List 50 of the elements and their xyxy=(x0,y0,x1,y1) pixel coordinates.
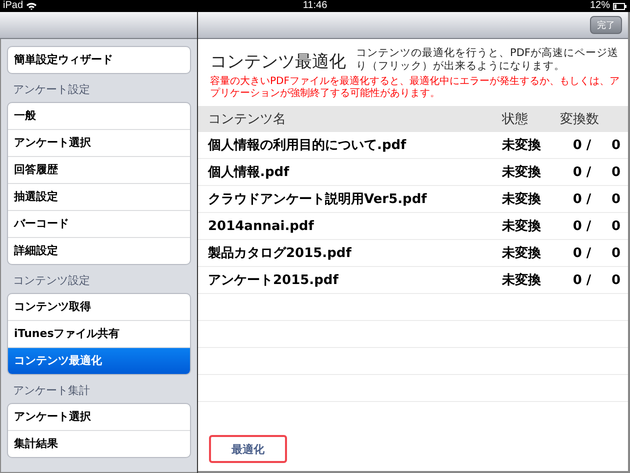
total-count: 0 xyxy=(610,192,622,206)
status-cell-text: 未変換 xyxy=(502,190,542,208)
sidebar-item[interactable]: バーコード xyxy=(8,210,190,237)
column-header: コンテンツ名 xyxy=(208,111,287,128)
column-header: 状態 xyxy=(502,111,529,128)
sidebar-item[interactable]: コンテンツ最適化 xyxy=(8,347,190,374)
converted-count: 0 / xyxy=(572,246,592,260)
file-name: アンケート2015.pdf xyxy=(208,272,340,289)
sidebar-item[interactable]: 集計結果 xyxy=(8,430,190,457)
status-cell-text: 未変換 xyxy=(502,272,542,289)
sidebar-item[interactable]: 抽選設定 xyxy=(8,183,190,210)
file-name: 個人情報.pdf xyxy=(208,164,290,181)
converted-count: 0 / xyxy=(572,192,592,206)
section-header: アンケート集計 xyxy=(12,383,91,399)
status-cell-text: 未変換 xyxy=(502,164,542,181)
optimize-button[interactable]: 最適化 xyxy=(209,435,287,463)
file-name: 製品カタログ2015.pdf xyxy=(208,245,352,262)
wifi-icon xyxy=(26,2,38,10)
file-name: クラウドアンケート説明用Ver5.pdf xyxy=(208,191,428,208)
page-title: コンテンツ最適化 xyxy=(210,51,346,73)
file-name: 2014annai.pdf xyxy=(208,218,315,234)
section-header: コンテンツ設定 xyxy=(12,273,91,289)
sidebar-item[interactable]: 回答履歴 xyxy=(8,156,190,183)
converted-count: 0 / xyxy=(572,218,592,234)
converted-count: 0 / xyxy=(572,164,592,180)
status-cell-text: 未変換 xyxy=(502,244,542,262)
sidebar-item[interactable]: アンケート選択 xyxy=(8,404,190,430)
device-name: iPad xyxy=(3,0,24,12)
section-header: アンケート設定 xyxy=(12,82,91,98)
total-count: 0 xyxy=(610,138,622,152)
sidebar-item[interactable]: 簡単設定ウィザード xyxy=(8,47,190,73)
status-cell-text: 未変換 xyxy=(502,218,542,235)
column-header: 変換数 xyxy=(560,111,600,128)
battery-percentage: 12% xyxy=(590,0,610,12)
status-cell-text: 未変換 xyxy=(502,136,542,154)
clock: 11:46 xyxy=(302,0,328,12)
converted-count: 0 / xyxy=(572,272,592,288)
warning-text: 容量の大きいPDFファイルを最適化すると、最適化中にエラーが発生するか、もしくは、アプリケーションが強制終了する可能性があります。 xyxy=(209,74,620,100)
sidebar-item[interactable]: 詳細設定 xyxy=(8,237,190,264)
total-count: 0 xyxy=(610,164,622,180)
total-count: 0 xyxy=(610,218,622,234)
total-count: 0 xyxy=(610,272,622,288)
converted-count: 0 / xyxy=(572,138,592,152)
sidebar-item[interactable]: 一般 xyxy=(8,103,190,129)
description-text: コンテンツの最適化を行うと、PDFが高速にページ送り（フリック）が出来るようになります。 xyxy=(356,47,620,73)
total-count: 0 xyxy=(610,246,622,260)
sidebar-item[interactable]: コンテンツ取得 xyxy=(8,294,190,320)
file-name: 個人情報の利用目的について.pdf xyxy=(208,137,408,154)
battery-icon xyxy=(612,2,627,10)
sidebar-item[interactable]: アンケート選択 xyxy=(8,129,190,156)
